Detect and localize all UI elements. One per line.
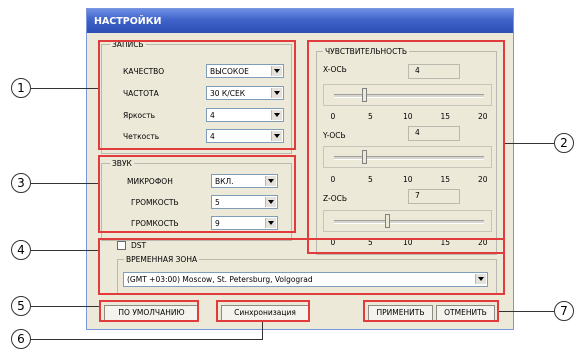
callout-4: 4 xyxy=(11,240,31,260)
callout-line-7 xyxy=(499,311,554,312)
highlight-frame-1 xyxy=(98,40,296,150)
highlight-frame-6 xyxy=(216,300,310,322)
callout-line-3 xyxy=(31,183,98,184)
callout-6: 6 xyxy=(11,329,31,349)
callout-line-2 xyxy=(505,143,554,144)
callout-7: 7 xyxy=(554,301,574,321)
highlight-frame-4 xyxy=(98,238,505,295)
callout-1: 1 xyxy=(11,78,31,98)
callout-2: 2 xyxy=(554,133,574,153)
callout-line-6b xyxy=(262,322,263,340)
highlight-frame-2 xyxy=(307,40,505,254)
highlight-frame-3 xyxy=(98,155,296,233)
window-title: НАСТРОЙКИ xyxy=(87,9,513,33)
callout-line-4 xyxy=(31,250,98,251)
callout-line-1 xyxy=(31,88,98,89)
callout-3: 3 xyxy=(11,173,31,193)
highlight-frame-7 xyxy=(363,300,499,322)
highlight-frame-5 xyxy=(99,300,199,322)
callout-5: 5 xyxy=(11,296,31,316)
callout-line-5 xyxy=(31,306,99,307)
callout-line-6a xyxy=(31,339,263,340)
